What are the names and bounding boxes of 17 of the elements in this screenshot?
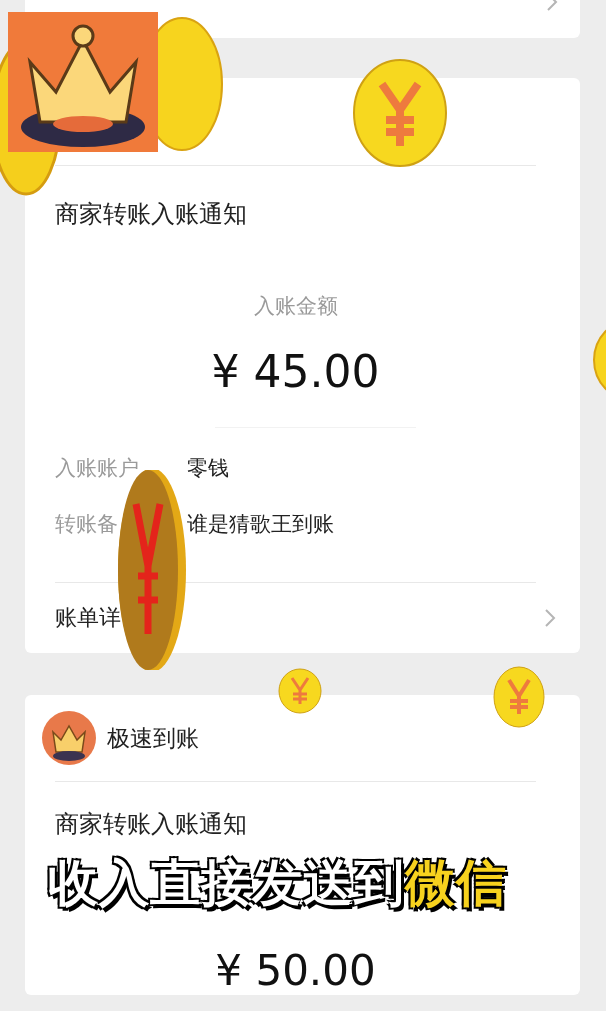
field-value: 零钱: [187, 455, 229, 482]
notice-title: 商家转账入账通知: [55, 199, 248, 230]
notice-title: 商家转账入账通知: [55, 809, 248, 840]
yen-coin-icon: [352, 58, 448, 168]
yen-coin-icon: [278, 668, 322, 714]
field-label: 转账备: [55, 511, 119, 538]
amount-label: 入账金额: [252, 293, 339, 320]
video-caption: 收入直接发送到微信: [48, 853, 507, 915]
amount-value: ¥ 45.00: [210, 346, 381, 397]
crown-avatar-icon: [41, 710, 97, 766]
bill-detail-link[interactable]: 账单详: [55, 583, 556, 653]
yen-coin-icon: [493, 666, 545, 728]
sender-name: 极速到账: [107, 723, 199, 753]
field-label: 入账账户: [55, 455, 140, 482]
chevron-right-icon: [544, 608, 556, 628]
amount-value: ¥ 50.00: [214, 946, 377, 995]
field-value: 谁是猜歌王到账: [187, 511, 334, 538]
